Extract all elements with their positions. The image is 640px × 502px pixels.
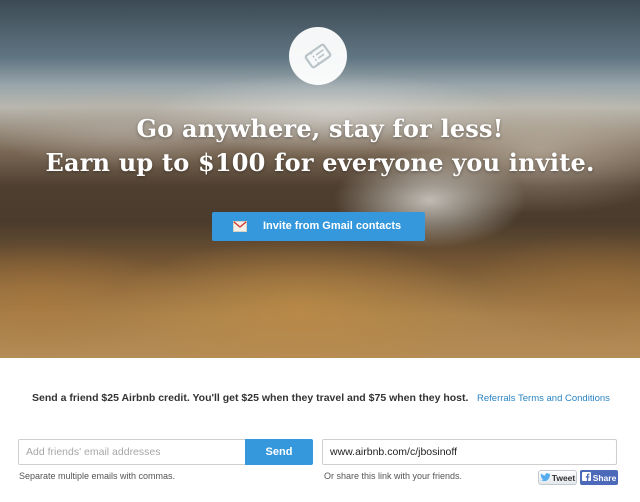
send-button[interactable]: Send [245,439,313,465]
twitter-bird-icon [539,472,550,483]
email-help-text: Separate multiple emails with commas. [19,471,176,481]
invite-gmail-button[interactable]: Invite from Gmail contacts [212,212,425,241]
ticket-icon [289,27,347,85]
share-link-field[interactable]: www.airbnb.com/c/jbosinoff [322,439,617,465]
link-help-text: Or share this link with your friends. [324,471,463,481]
terms-link[interactable]: Referrals Terms and Conditions [477,393,610,404]
hero-title-line-1: Go anywhere, stay for less! [136,114,504,143]
tweet-button[interactable]: Tweet [538,470,577,485]
hero-title-line-2: Earn up to $100 for everyone you invite. [45,148,595,177]
email-input[interactable] [18,439,246,465]
hero-banner: Go anywhere, stay for less! Earn up to $… [0,0,640,358]
tweet-label: Tweet [551,472,576,483]
facebook-share-button[interactable]: Share [580,470,618,485]
referral-panel: Send a friend $25 Airbnb credit. You'll … [0,358,640,502]
promo-text: Send a friend $25 Airbnb credit. You'll … [32,392,469,404]
invite-gmail-label: Invite from Gmail contacts [263,220,402,232]
share-label: Share [592,472,617,483]
facebook-icon [581,472,591,483]
envelope-icon [233,221,247,235]
